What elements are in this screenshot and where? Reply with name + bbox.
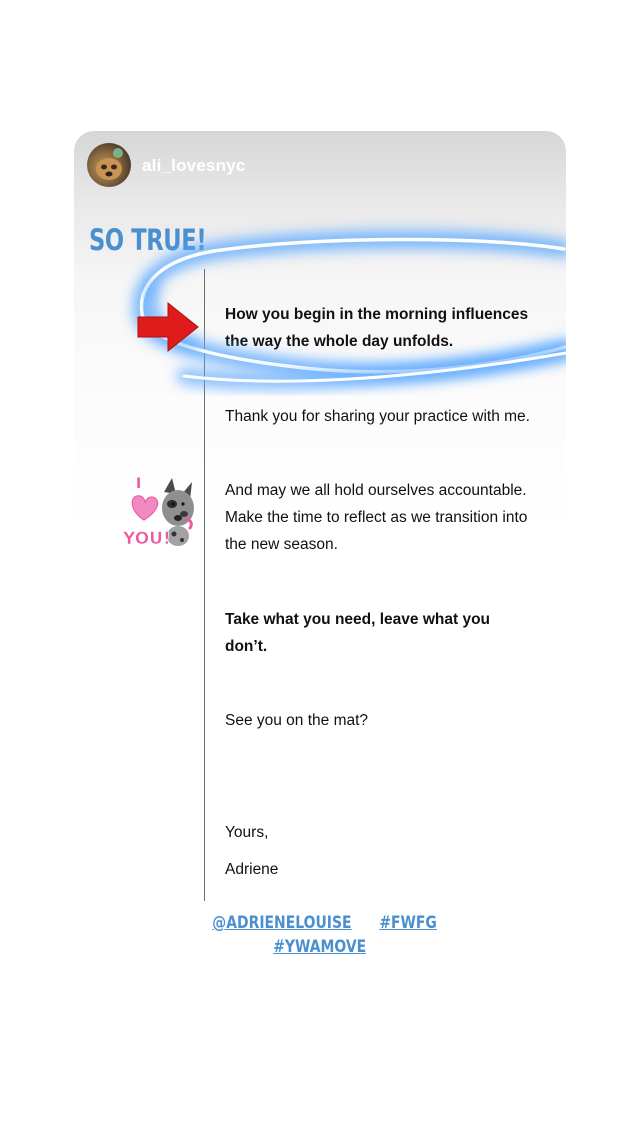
- hashtag-ywamove[interactable]: #YWAMOVE: [274, 935, 367, 959]
- paragraph-line-3: the new season.: [225, 536, 338, 553]
- highlight-line-1: How you begin in the morning influences: [225, 306, 529, 323]
- tag-line-2: #YWAMOVE: [74, 935, 566, 959]
- sticker-text-top: I: [136, 476, 141, 492]
- shared-post-card[interactable]: ali_lovesnyc SO TRUE! How you begin in t…: [74, 131, 566, 977]
- take-line-1: Take what you need, leave what you: [225, 611, 491, 628]
- caption-sticker: SO TRUE!: [89, 223, 207, 257]
- tag-block: @ADRIENELOUISE #FWFG #YWAMOVE: [74, 911, 566, 959]
- avatar-image: [96, 148, 123, 180]
- document-margin-line: [204, 269, 205, 901]
- love-you-dog-sticker[interactable]: I YOU!: [120, 474, 202, 554]
- take-line-2: don’t.: [225, 638, 268, 655]
- highlight-line-2: the way the whole day unfolds.: [225, 333, 454, 350]
- paragraph-line-2: Make the time to reflect as we transitio…: [225, 509, 528, 526]
- story-screen: ali_lovesnyc SO TRUE! How you begin in t…: [0, 0, 640, 1136]
- paragraph-line-1: And may we all hold ourselves accountabl…: [225, 482, 527, 499]
- heart-icon: [131, 495, 159, 521]
- see-you-line: See you on the mat?: [225, 712, 369, 729]
- sticker-text-bottom: YOU!: [122, 529, 171, 549]
- thanks-line: Thank you for sharing your practice with…: [225, 408, 530, 425]
- post-username[interactable]: ali_lovesnyc: [142, 156, 246, 176]
- tag-line-1: @ADRIENELOUISE #FWFG: [74, 911, 566, 935]
- mention-link[interactable]: @ADRIENELOUISE: [212, 911, 351, 935]
- hashtag-fwfg[interactable]: #FWFG: [379, 911, 437, 935]
- avatar[interactable]: [87, 143, 131, 187]
- red-arrow-right-icon: [137, 301, 199, 353]
- closing-line: Yours,: [225, 824, 269, 841]
- signature: Adriene: [225, 861, 279, 878]
